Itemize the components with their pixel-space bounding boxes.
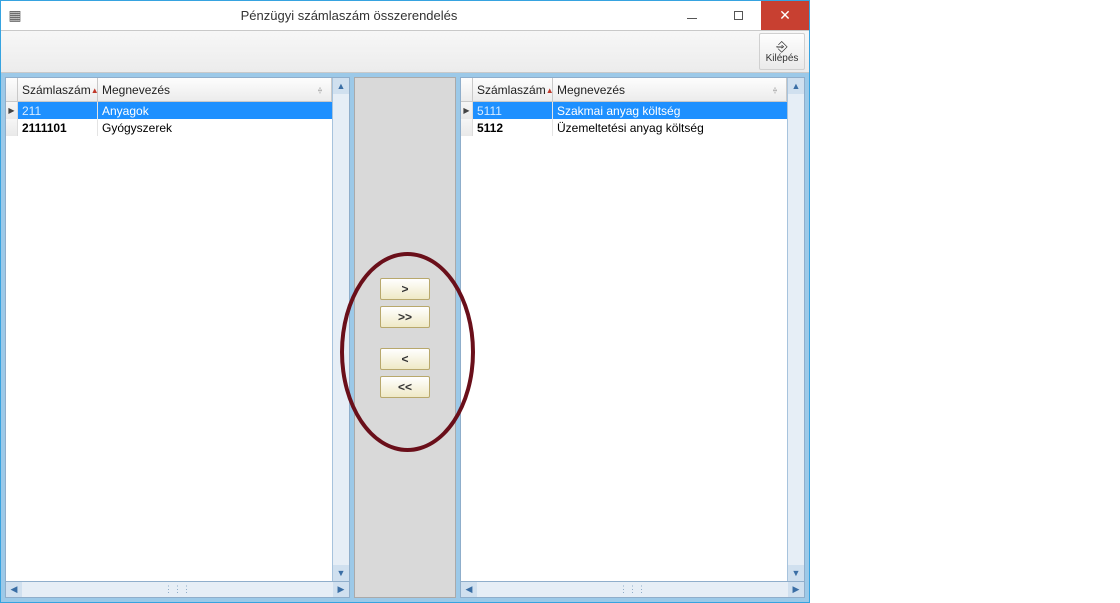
table-row[interactable]: ▶5111Szakmai anyag költség — [461, 102, 787, 119]
right-header-megnevezes[interactable]: Megnevezés ▵▿ — [553, 78, 787, 101]
left-horizontal-scrollbar[interactable]: ◀ ⋮⋮⋮ ▶ — [5, 581, 350, 598]
sort-indicator-icon: ▵▿ — [768, 86, 782, 94]
right-header-szamlaszam[interactable]: Számlaszám ▲ — [473, 78, 553, 101]
right-vertical-scrollbar[interactable]: ▲ ▼ — [787, 78, 804, 581]
cell-megnevezes: Gyógyszerek — [98, 119, 332, 136]
row-marker-icon: ▶ — [6, 102, 18, 119]
cell-szamlaszam: 5112 — [473, 119, 553, 136]
cell-megnevezes: Üzemeltetési anyag költség — [553, 119, 787, 136]
scroll-left-icon[interactable]: ◀ — [461, 582, 477, 597]
table-row[interactable]: ▶211Anyagok — [6, 102, 332, 119]
transfer-panel: > >> < << — [354, 77, 456, 598]
scroll-down-icon[interactable]: ▼ — [333, 565, 349, 581]
move-left-all-button[interactable]: << — [380, 376, 430, 398]
row-marker-icon — [6, 119, 18, 136]
table-row[interactable]: 2111101Gyógyszerek — [6, 119, 332, 136]
left-vertical-scrollbar[interactable]: ▲ ▼ — [332, 78, 349, 581]
minimize-button[interactable] — [669, 1, 715, 30]
maximize-button[interactable] — [715, 1, 761, 30]
cell-szamlaszam: 2111101 — [18, 119, 98, 136]
left-header-megnevezes[interactable]: Megnevezés ▵▿ — [98, 78, 332, 101]
close-button[interactable]: ✕ — [761, 1, 809, 30]
app-icon: ▦ — [1, 1, 29, 30]
table-row[interactable]: 5112Üzemeltetési anyag költség — [461, 119, 787, 136]
right-column-headers: Számlaszám ▲ Megnevezés ▵▿ — [461, 78, 787, 102]
scroll-up-icon[interactable]: ▲ — [333, 78, 349, 94]
cell-szamlaszam: 5111 — [473, 102, 553, 119]
exit-icon: ⎆ — [776, 39, 787, 53]
row-marker-icon — [461, 119, 473, 136]
right-panel: Számlaszám ▲ Megnevezés ▵▿ ▶5111Szakmai … — [460, 77, 805, 598]
right-horizontal-scrollbar[interactable]: ◀ ⋮⋮⋮ ▶ — [460, 581, 805, 598]
scroll-right-icon[interactable]: ▶ — [788, 582, 804, 597]
move-right-all-button[interactable]: >> — [380, 306, 430, 328]
cell-megnevezes: Anyagok — [98, 102, 332, 119]
scroll-thumb[interactable]: ⋮⋮⋮ — [477, 582, 788, 597]
cell-szamlaszam: 211 — [18, 102, 98, 119]
scroll-right-icon[interactable]: ▶ — [333, 582, 349, 597]
left-header-szamlaszam[interactable]: Számlaszám ▲ — [18, 78, 98, 101]
move-left-one-button[interactable]: < — [380, 348, 430, 370]
exit-button-label: Kilépés — [766, 53, 799, 64]
scroll-left-icon[interactable]: ◀ — [6, 582, 22, 597]
scroll-down-icon[interactable]: ▼ — [788, 565, 804, 581]
content-area: Számlaszám ▲ Megnevezés ▵▿ ▶211Anyagok21… — [1, 73, 809, 602]
scroll-thumb[interactable]: ⋮⋮⋮ — [22, 582, 333, 597]
titlebar: ▦ Pénzügyi számlaszám összerendelés ✕ — [1, 1, 809, 31]
right-rows: ▶5111Szakmai anyag költség5112Üzemelteté… — [461, 102, 787, 581]
row-marker-icon: ▶ — [461, 102, 473, 119]
left-rows: ▶211Anyagok2111101Gyógyszerek — [6, 102, 332, 581]
toolbar: ⎆ Kilépés — [1, 31, 809, 73]
left-panel: Számlaszám ▲ Megnevezés ▵▿ ▶211Anyagok21… — [5, 77, 350, 598]
exit-button[interactable]: ⎆ Kilépés — [759, 33, 805, 70]
scroll-up-icon[interactable]: ▲ — [788, 78, 804, 94]
sort-indicator-icon: ▵▿ — [313, 86, 327, 94]
app-window: ▦ Pénzügyi számlaszám összerendelés ✕ ⎆ … — [0, 0, 810, 603]
cell-megnevezes: Szakmai anyag költség — [553, 102, 787, 119]
window-title: Pénzügyi számlaszám összerendelés — [29, 1, 669, 30]
move-right-one-button[interactable]: > — [380, 278, 430, 300]
left-column-headers: Számlaszám ▲ Megnevezés ▵▿ — [6, 78, 332, 102]
